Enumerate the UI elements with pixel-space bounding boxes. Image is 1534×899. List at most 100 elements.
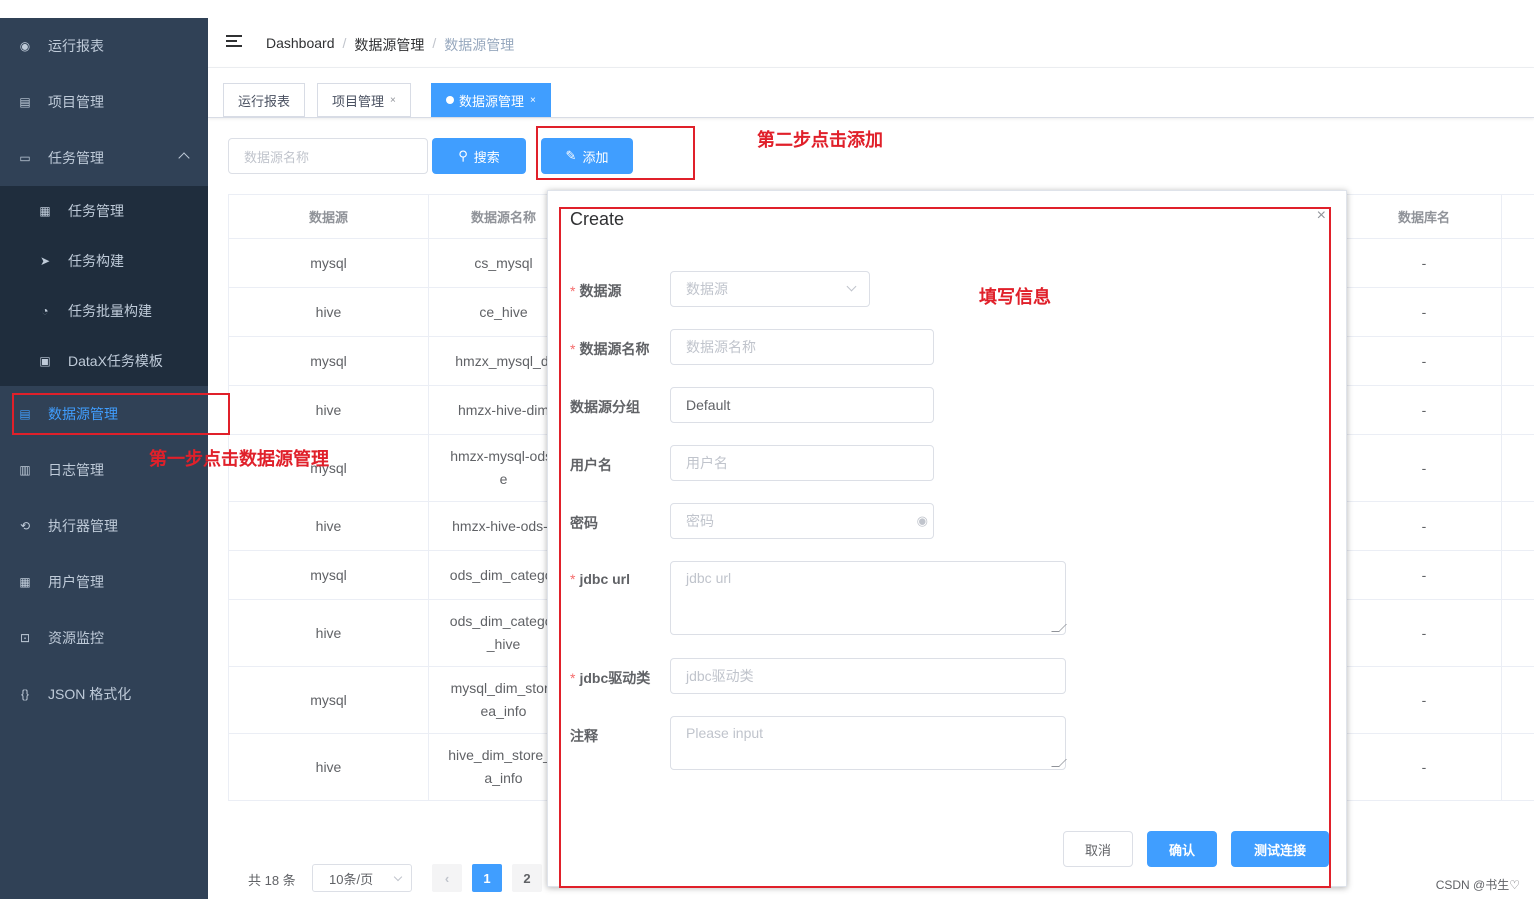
cell-dbname: -	[1347, 386, 1502, 435]
task-submenu: ▦ 任务管理 ➤ 任务构建 ◔ 任务批量构建 ▣ DataX任务模板	[0, 186, 208, 386]
refresh-icon: ⟲	[19, 519, 31, 533]
sidebar-subitem-task-build[interactable]: ➤ 任务构建	[0, 236, 208, 286]
cell-source: mysql	[229, 239, 429, 288]
braces-icon: {}	[20, 687, 29, 701]
page-size-select[interactable]: 10条/页	[312, 864, 412, 892]
cell-dbname: -	[1347, 288, 1502, 337]
breadcrumb-dashboard[interactable]: Dashboard	[266, 35, 335, 55]
hamburger-icon[interactable]	[226, 35, 242, 49]
watermark: CSDN @书生♡	[1435, 878, 1520, 892]
table-header-extra	[1502, 195, 1534, 239]
cell-source: hive	[229, 734, 429, 801]
send-icon: ➤	[39, 254, 51, 268]
close-icon[interactable]: ×	[390, 95, 396, 106]
page-1-button[interactable]: 1	[472, 864, 502, 892]
cell-extra	[1502, 239, 1534, 288]
sidebar-subitem-batch-build[interactable]: ◔ 任务批量构建	[0, 286, 208, 336]
sidebar-item-report[interactable]: ◉ 运行报表	[0, 18, 208, 74]
cell-extra	[1502, 337, 1534, 386]
sidebar-item-label: DataX任务模板	[68, 353, 163, 369]
calendar-icon: ▦	[39, 204, 51, 218]
top-strip	[0, 0, 1534, 18]
sidebar-item-label: 运行报表	[48, 38, 104, 54]
dashboard-icon: ◉	[19, 39, 31, 53]
datasource-name-search-input[interactable]: 数据源名称	[228, 138, 428, 174]
tab-label: 数据源管理	[459, 93, 525, 109]
tab-datasource[interactable]: 数据源管理 ×	[431, 83, 551, 117]
cell-source: mysql	[229, 337, 429, 386]
page-2-button[interactable]: 2	[512, 864, 542, 892]
sidebar-item-label: 资源监控	[48, 630, 104, 646]
sidebar-item-label: 任务管理	[68, 203, 124, 219]
tab-project[interactable]: 项目管理 ×	[317, 83, 411, 117]
cell-extra	[1502, 600, 1534, 667]
search-icon: ⚲	[458, 148, 468, 163]
cell-extra	[1502, 667, 1534, 734]
cell-source: hive	[229, 288, 429, 337]
breadcrumb-datasource: 数据源管理	[354, 37, 425, 53]
annotation-fill: 填写信息	[979, 287, 1051, 307]
sidebar-item-label: JSON 格式化	[48, 686, 132, 702]
sidebar-item-json[interactable]: {} JSON 格式化	[0, 666, 208, 722]
active-dot-icon	[446, 96, 454, 104]
annotation-box-dialog	[559, 207, 1331, 888]
cell-dbname: -	[1347, 502, 1502, 551]
breadcrumb: Dashboard / 数据源管理 / 数据源管理	[266, 35, 514, 55]
search-button-label: 搜索	[473, 149, 500, 165]
cell-dbname: -	[1347, 239, 1502, 288]
cell-extra	[1502, 734, 1534, 801]
sidebar-item-label: 用户管理	[48, 574, 104, 590]
clipboard-icon: ▣	[39, 354, 51, 368]
sidebar-item-label: 任务管理	[48, 150, 104, 166]
sidebar-item-monitor[interactable]: ⊡ 资源监控	[0, 610, 208, 666]
monitor-chip-icon: ⊡	[19, 631, 31, 645]
cell-extra	[1502, 386, 1534, 435]
table-icon: ▦	[19, 575, 31, 589]
breadcrumb-current: 数据源管理	[444, 37, 515, 53]
sidebar-subitem-task-manage[interactable]: ▦ 任务管理	[0, 186, 208, 236]
cell-dbname: -	[1347, 551, 1502, 600]
sidebar-item-executor[interactable]: ⟲ 执行器管理	[0, 498, 208, 554]
prev-page-button[interactable]: ‹	[432, 864, 462, 892]
breadcrumb-separator: /	[432, 35, 437, 51]
table-header-dbname: 数据库名	[1347, 195, 1502, 239]
tab-report[interactable]: 运行报表	[223, 83, 306, 117]
cell-extra	[1502, 288, 1534, 337]
cell-source: hive	[229, 386, 429, 435]
close-icon[interactable]: ×	[530, 95, 536, 106]
sidebar-item-label: 任务批量构建	[68, 303, 152, 319]
cell-source: hive	[229, 502, 429, 551]
cell-source: hive	[229, 600, 429, 667]
tab-label: 运行报表	[238, 93, 291, 109]
sidebar-item-users[interactable]: ▦ 用户管理	[0, 554, 208, 610]
annotation-box-datasource-menu	[12, 393, 230, 435]
cell-dbname: -	[1347, 734, 1502, 801]
cell-dbname: -	[1347, 667, 1502, 734]
cell-extra	[1502, 435, 1534, 502]
cell-dbname: -	[1347, 337, 1502, 386]
pagination-total: 共 18 条	[248, 873, 296, 888]
chevron-down-icon	[393, 872, 403, 882]
table-header-source: 数据源	[229, 195, 429, 239]
sidebar-item-label: 日志管理	[48, 462, 104, 478]
chevron-up-icon	[178, 152, 190, 164]
annotation-step1: 第一步点击数据源管理	[149, 449, 329, 469]
database-icon: ▤	[19, 95, 31, 109]
sidebar-subitem-datax-template[interactable]: ▣ DataX任务模板	[0, 336, 208, 386]
cell-dbname: -	[1347, 435, 1502, 502]
document-icon: ▥	[19, 463, 31, 477]
sidebar-item-tasks[interactable]: ▭ 任务管理	[0, 130, 208, 186]
cell-source: mysql	[229, 667, 429, 734]
annotation-box-add-button	[536, 126, 695, 180]
sidebar-item-project[interactable]: ▤ 项目管理	[0, 74, 208, 130]
search-button[interactable]: ⚲ 搜索	[432, 138, 526, 174]
gauge-icon: ◔	[41, 304, 49, 318]
sidebar-item-label: 任务构建	[68, 253, 124, 269]
monitor-icon: ▭	[19, 151, 31, 165]
page-size-value: 10条/页	[329, 871, 374, 887]
cell-dbname: -	[1347, 600, 1502, 667]
breadcrumb-separator: /	[342, 35, 347, 51]
cell-extra	[1502, 502, 1534, 551]
cell-extra	[1502, 551, 1534, 600]
navbar: Dashboard / 数据源管理 / 数据源管理	[208, 18, 1534, 68]
